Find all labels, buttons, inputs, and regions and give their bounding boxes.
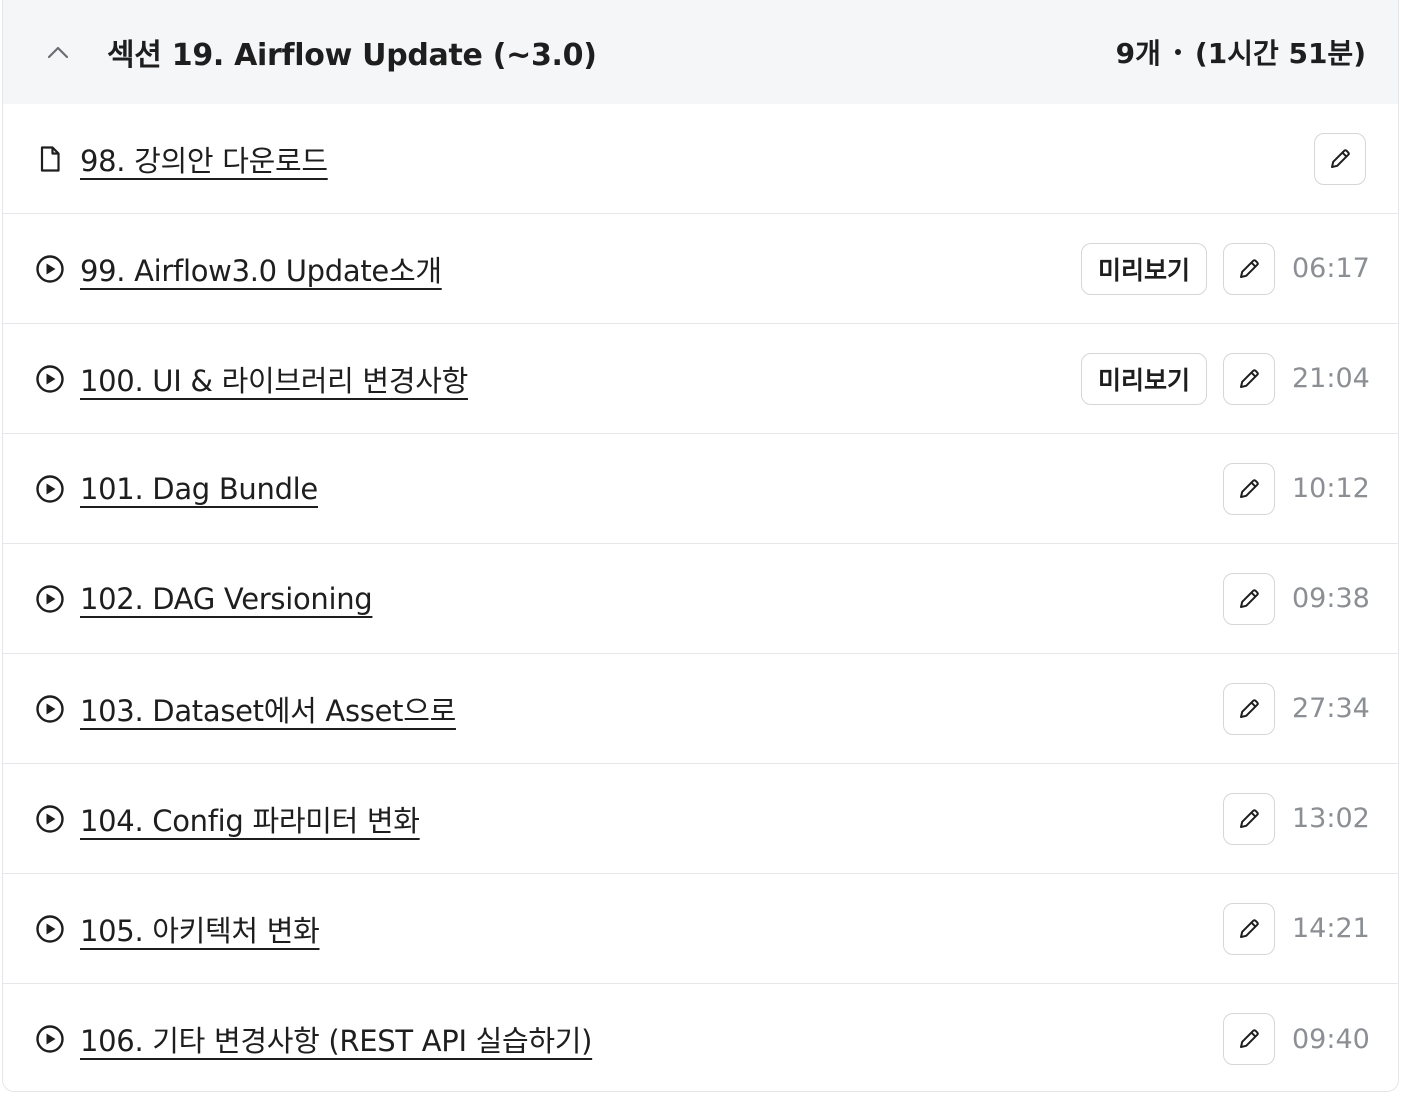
lecture-row: 104. Config 파라미터 변화 13:02	[3, 764, 1398, 874]
lecture-list: 98. 강의안 다운로드 99. Airflow3.0 Update소개 미리보기 0…	[3, 104, 1398, 1091]
lecture-title-link[interactable]: 105. 아키텍처 변화	[80, 908, 320, 950]
pencil-icon	[1236, 256, 1262, 282]
lecture-title-link[interactable]: 100. UI & 라이브러리 변경사항	[80, 358, 468, 400]
preview-button[interactable]: 미리보기	[1080, 352, 1207, 405]
play-circle-icon	[35, 474, 65, 504]
play-circle-icon	[35, 694, 65, 724]
play-circle-icon	[35, 804, 65, 834]
lecture-duration: 09:38	[1292, 583, 1370, 614]
lecture-duration: 21:04	[1292, 363, 1370, 394]
pencil-icon	[1236, 476, 1262, 502]
section-header[interactable]: 섹션 19. Airflow Update (~3.0) 9개 (1시간 51분…	[3, 0, 1398, 104]
lecture-title-link[interactable]: 102. DAG Versioning	[80, 582, 373, 616]
lecture-row: 106. 기타 변경사항 (REST API 실습하기) 09:40	[3, 984, 1398, 1091]
lecture-title-link[interactable]: 106. 기타 변경사항 (REST API 실습하기)	[80, 1018, 592, 1060]
pencil-icon	[1236, 586, 1262, 612]
pencil-icon	[1236, 366, 1262, 392]
play-circle-icon	[35, 914, 65, 944]
play-circle-icon	[35, 1024, 65, 1054]
lecture-row: 103. Dataset에서 Asset으로 27:34	[3, 654, 1398, 764]
lecture-row: 100. UI & 라이브러리 변경사항 미리보기 21:04	[3, 324, 1398, 434]
lecture-title-link[interactable]: 101. Dag Bundle	[80, 472, 318, 506]
edit-note-button[interactable]	[1223, 1013, 1275, 1065]
edit-note-button[interactable]	[1223, 902, 1275, 955]
lecture-duration: 06:17	[1292, 253, 1370, 284]
play-circle-icon	[35, 584, 65, 614]
section-meta: 9개 (1시간 51분)	[1116, 32, 1366, 72]
section-title: 섹션 19. Airflow Update (~3.0)	[107, 38, 597, 73]
pencil-icon	[1327, 146, 1353, 172]
pencil-icon	[1236, 806, 1262, 832]
section-total-duration: (1시간 51분)	[1194, 37, 1366, 70]
play-circle-icon	[35, 364, 65, 394]
edit-note-button[interactable]	[1223, 462, 1275, 515]
pencil-icon	[1236, 1026, 1262, 1052]
lecture-duration: 09:40	[1292, 1023, 1370, 1055]
lecture-row: 102. DAG Versioning 09:38	[3, 544, 1398, 654]
edit-note-button[interactable]	[1223, 242, 1275, 295]
meta-separator-dot	[1174, 49, 1181, 55]
preview-button[interactable]: 미리보기	[1080, 242, 1207, 295]
edit-note-button[interactable]	[1223, 682, 1275, 735]
lecture-row: 105. 아키텍처 변화 14:21	[3, 874, 1398, 984]
edit-note-button[interactable]	[1314, 132, 1366, 185]
edit-note-button[interactable]	[1223, 352, 1275, 405]
chevron-up-icon[interactable]	[47, 41, 69, 63]
lecture-row: 98. 강의안 다운로드	[3, 104, 1398, 214]
curriculum-section: 섹션 19. Airflow Update (~3.0) 9개 (1시간 51분…	[2, 0, 1399, 1092]
edit-note-button[interactable]	[1223, 792, 1275, 845]
file-icon	[35, 144, 65, 174]
lecture-title-link[interactable]: 98. 강의안 다운로드	[80, 138, 328, 180]
lecture-duration: 10:12	[1292, 473, 1370, 504]
lecture-count: 9개	[1115, 37, 1161, 70]
lecture-duration: 14:21	[1292, 913, 1370, 944]
pencil-icon	[1236, 696, 1262, 722]
pencil-icon	[1236, 916, 1262, 942]
lecture-row: 99. Airflow3.0 Update소개 미리보기 06:17	[3, 214, 1398, 324]
lecture-title-link[interactable]: 103. Dataset에서 Asset으로	[80, 688, 456, 730]
lecture-title-link[interactable]: 99. Airflow3.0 Update소개	[80, 248, 442, 290]
lecture-title-link[interactable]: 104. Config 파라미터 변화	[80, 798, 420, 840]
lecture-duration: 27:34	[1292, 693, 1370, 724]
play-circle-icon	[35, 254, 65, 284]
edit-note-button[interactable]	[1223, 572, 1275, 625]
lecture-row: 101. Dag Bundle 10:12	[3, 434, 1398, 544]
lecture-duration: 13:02	[1292, 803, 1370, 834]
